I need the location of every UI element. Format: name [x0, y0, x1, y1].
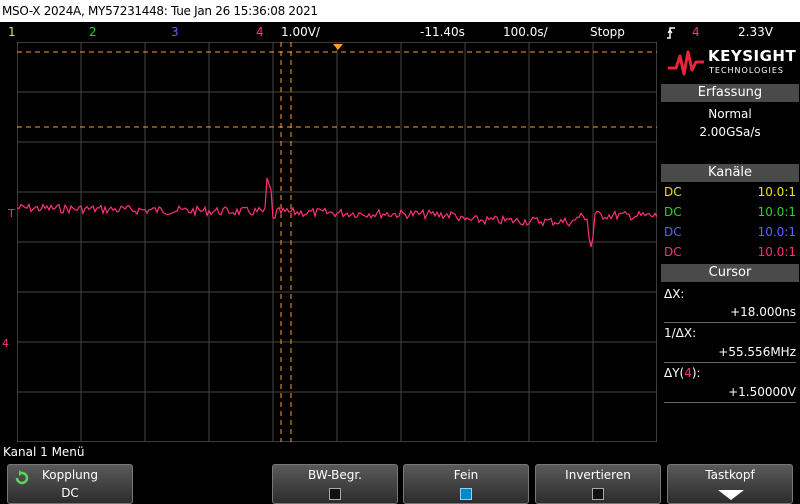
fine-softkey[interactable]: Fein: [403, 464, 529, 504]
menu-title: Kanal 1 Menü: [3, 445, 85, 459]
probe-label: Tastkopf: [705, 468, 755, 482]
channel-1-coupling: DC: [664, 185, 682, 199]
window-title-bar: MSO-X 2024A, MY57231448: Tue Jan 26 15:3…: [0, 0, 800, 22]
channel-3-indicator[interactable]: 3: [171, 22, 179, 42]
delta-x-value: +18.000ns: [730, 305, 796, 319]
coupling-label: Kopplung: [41, 468, 98, 482]
coupling-softkey[interactable]: Kopplung DC: [7, 464, 133, 504]
channel-3-coupling: DC: [664, 225, 682, 239]
channel-2-coupling: DC: [664, 205, 682, 219]
cursor-header[interactable]: Cursor: [661, 264, 799, 282]
invert-softkey[interactable]: Invertieren: [535, 464, 661, 504]
bw-limit-checkbox[interactable]: [329, 488, 341, 500]
channel-2-indicator[interactable]: 2: [89, 22, 97, 42]
sample-rate: 2.00GSa/s: [699, 125, 761, 139]
softkey-bar: Kopplung DC BW-Begr. Fein Invertieren Ta…: [0, 461, 800, 504]
run-state: Stopp: [590, 25, 625, 39]
channel-4-indicator[interactable]: 4: [256, 22, 264, 42]
channel-2-probe: 10.0:1: [757, 205, 796, 219]
graticule: [17, 42, 657, 442]
arrow-down-icon: [718, 490, 744, 500]
inverse-delta-x-value: +55.556MHz: [718, 345, 796, 359]
trigger-level-marker[interactable]: T: [8, 207, 15, 220]
delta-y-label-suffix: ):: [691, 366, 701, 380]
channel-4-coupling: DC: [664, 245, 682, 259]
bw-limit-label: BW-Begr.: [308, 468, 362, 482]
keysight-wave-logo: [668, 50, 704, 76]
invert-checkbox[interactable]: [592, 488, 604, 500]
fine-checkbox[interactable]: [460, 488, 472, 500]
vertical-scale: 1.00V/: [281, 25, 320, 39]
logo-sub: TECHNOLOGIES: [709, 66, 784, 75]
timebase: 100.0s/: [503, 25, 548, 39]
channel-row-3[interactable]: DC 10.0:1: [664, 222, 796, 242]
acquisition-header[interactable]: Erfassung: [661, 84, 799, 102]
channel-3-probe: 10.0:1: [757, 225, 796, 239]
channel-1-probe: 10.0:1: [757, 185, 796, 199]
channel-4-probe: 10.0:1: [757, 245, 796, 259]
channel-row-2[interactable]: DC 10.0:1: [664, 202, 796, 222]
window-title: MSO-X 2024A, MY57231448: Tue Jan 26 15:3…: [2, 4, 318, 18]
status-bar: 1 2 3 4 1.00V/ -11.40s 100.0s/ Stopp 4 2…: [0, 22, 800, 42]
delta-y-label-prefix: ΔY(: [664, 366, 685, 380]
trigger-edge-icon: [666, 22, 676, 42]
trigger-channel: 4: [692, 25, 700, 39]
delta-y-label: ΔY(4):: [664, 363, 701, 383]
bw-limit-softkey[interactable]: BW-Begr.: [272, 464, 398, 504]
acquisition-mode: Normal: [708, 107, 752, 121]
delta-x-label: ΔX:: [664, 287, 685, 301]
delta-y-channel: 4: [684, 366, 692, 380]
logo-brand: KEYSIGHT: [708, 47, 797, 65]
cursor-panel: ΔX: +18.000ns 1/ΔX: +55.556MHz ΔY(4): +1…: [661, 282, 799, 403]
coupling-value: DC: [61, 486, 79, 500]
time-offset: -11.40s: [420, 25, 465, 39]
divider: [664, 402, 796, 403]
trigger-level: 2.33V: [738, 25, 773, 39]
channels-panel: DC 10.0:1 DC 10.0:1 DC 10.0:1 DC 10.0:1: [661, 182, 799, 262]
channels-header[interactable]: Kanäle: [661, 164, 799, 182]
channel-4-ground-marker[interactable]: 4: [2, 337, 9, 350]
keysight-logo: KEYSIGHT TECHNOLOGIES: [660, 42, 800, 84]
invert-label: Invertieren: [565, 468, 631, 482]
channel-row-1[interactable]: DC 10.0:1: [664, 182, 796, 202]
probe-softkey[interactable]: Tastkopf: [667, 464, 793, 504]
inverse-delta-x-label: 1/ΔX:: [664, 326, 697, 340]
delta-y-value: +1.50000V: [728, 385, 796, 399]
waveform-display[interactable]: [17, 42, 657, 442]
acquisition-panel: Normal 2.00GSa/s: [661, 102, 799, 162]
channel-1-indicator[interactable]: 1: [8, 22, 16, 42]
channel-row-4[interactable]: DC 10.0:1: [664, 242, 796, 262]
fine-label: Fein: [453, 468, 479, 482]
